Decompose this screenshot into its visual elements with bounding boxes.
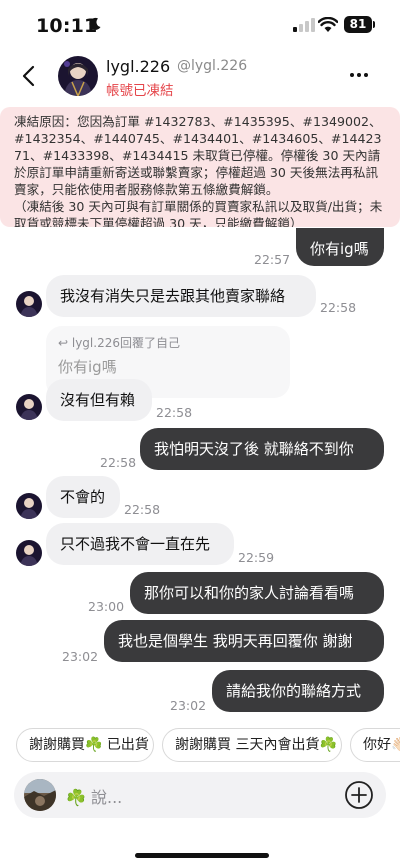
account-frozen-status: 帳號已凍結 <box>106 83 174 99</box>
message-bubble-outgoing[interactable]: 你有ig嗎 <box>296 228 384 266</box>
contact-name: lygl.226 <box>106 57 171 76</box>
message-timestamp: 22:58 <box>100 455 137 470</box>
reply-header: ↩ lygl.226回覆了自己 <box>58 334 180 351</box>
status-bar: 10:11 81 <box>0 0 400 52</box>
quick-reply-chip[interactable]: 你好👋🏻 <box>350 728 400 762</box>
wifi-icon <box>318 17 338 32</box>
message-timestamp: 22:58 <box>124 502 161 517</box>
quick-reply-chip[interactable]: 謝謝購買 三天內會出貨☘️ <box>162 728 342 762</box>
quick-reply-chip[interactable]: 謝謝購買☘️ 已出貨 <box>16 728 154 762</box>
message-input[interactable]: ☘️ 說... <box>66 784 122 808</box>
more-options-icon[interactable] <box>348 66 370 84</box>
add-attachment-icon[interactable] <box>344 780 374 810</box>
message-timestamp: 23:00 <box>88 599 125 614</box>
message-bubble-outgoing[interactable]: 我也是個學生 我明天再回覆你 謝謝 <box>104 620 384 662</box>
message-bubble-incoming[interactable]: 不會的 <box>46 476 120 518</box>
contact-avatar[interactable] <box>58 56 98 96</box>
message-timestamp: 22:59 <box>238 550 275 565</box>
reply-quoted-text: 你有ig嗎 <box>58 358 117 376</box>
account-frozen-notice: 凍結原因：您因為訂單 #1432783、#1435395、#1349002、#1… <box>0 107 400 227</box>
message-timestamp: 22:58 <box>320 300 357 315</box>
message-composer[interactable]: ☘️ 說... <box>14 772 386 818</box>
message-timestamp: 22:57 <box>254 252 291 267</box>
notice-text: 凍結原因：您因為訂單 #1432783、#1435395、#1349002、#1… <box>14 114 383 227</box>
message-bubble-incoming[interactable]: 沒有但有賴 <box>46 379 152 421</box>
cellular-signal-icon <box>293 18 315 32</box>
self-avatar <box>24 779 56 811</box>
contact-mini-avatar <box>16 493 42 519</box>
home-indicator <box>135 853 269 858</box>
message-bubble-outgoing[interactable]: 請給我你的聯絡方式 <box>212 670 384 712</box>
message-timestamp: 23:02 <box>170 698 207 713</box>
chat-header: lygl.226 @lygl.226 帳號已凍結 <box>0 52 400 104</box>
contact-mini-avatar <box>16 291 42 317</box>
message-bubble-incoming[interactable]: 我沒有消失只是去跟其他賣家聯絡 <box>46 275 316 317</box>
quick-reply-row[interactable]: 謝謝購買☘️ 已出貨 謝謝購買 三天內會出貨☘️ 你好👋🏻 <box>0 728 400 764</box>
message-timestamp: 22:58 <box>156 405 193 420</box>
battery-icon: 81 <box>344 16 372 33</box>
contact-mini-avatar <box>16 540 42 566</box>
message-bubble-incoming[interactable]: 只不過我不會一直在先 <box>46 523 234 565</box>
contact-mini-avatar <box>16 394 42 420</box>
contact-handle: @lygl.226 <box>177 58 248 74</box>
do-not-disturb-moon-icon <box>89 17 101 30</box>
message-timestamp: 23:02 <box>62 649 99 664</box>
reply-header-text: lygl.226回覆了自己 <box>71 336 180 350</box>
back-chevron-icon[interactable] <box>16 62 44 90</box>
message-bubble-outgoing[interactable]: 我怕明天沒了後 就聯絡不到你 <box>140 428 384 470</box>
reply-arrow-icon: ↩ <box>58 336 72 350</box>
battery-tip <box>373 21 375 28</box>
message-bubble-outgoing[interactable]: 那你可以和你的家人討論看看嗎 <box>130 572 384 614</box>
